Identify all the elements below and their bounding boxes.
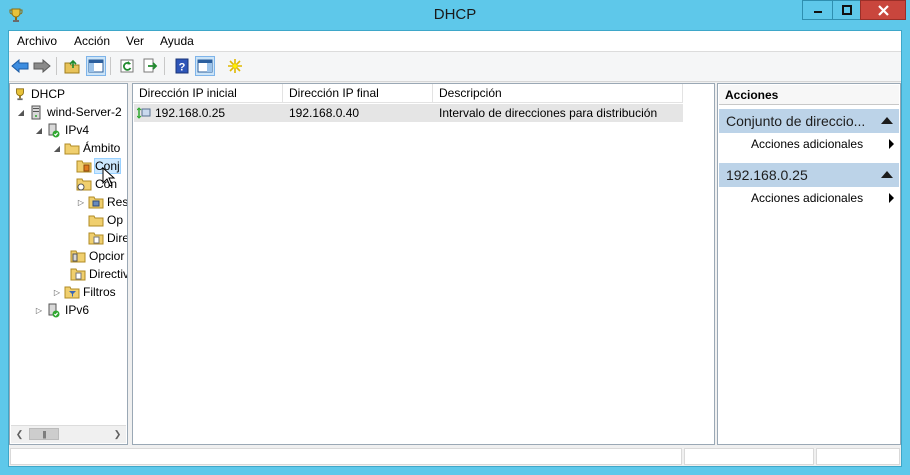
toolbar: ? [9, 52, 901, 82]
actions-section-title: Conjunto de direccio... [726, 113, 866, 129]
expand-icon[interactable]: ▷ [76, 198, 86, 207]
ipv4-status-ok-icon [46, 122, 62, 138]
tree-node-opciones-servidor[interactable]: Opcior [70, 247, 124, 265]
tree-node-filtros[interactable]: ▷ Filtros [52, 283, 116, 301]
refresh-icon[interactable] [117, 56, 137, 76]
forward-arrow-icon[interactable] [32, 56, 52, 76]
collapse-icon[interactable]: ◢ [16, 108, 26, 117]
tree-node-directivas[interactable]: Directiv [70, 265, 128, 283]
tree-node-directivas-ambito[interactable]: Dire [88, 229, 128, 247]
menu-archivo[interactable]: Archivo [17, 34, 57, 48]
menu-ayuda[interactable]: Ayuda [160, 34, 194, 48]
tree-label-dhcp: DHCP [31, 87, 66, 101]
show-hide-tree-icon[interactable] [86, 56, 106, 76]
status-panel-main [10, 448, 682, 465]
policy-folder-icon [70, 266, 86, 282]
maximize-icon [841, 5, 852, 15]
column-header-start-ip[interactable]: Dirección IP inicial [133, 84, 283, 103]
export-list-icon[interactable] [140, 56, 160, 76]
tree-label-reservas: Res [107, 195, 128, 209]
minimize-button[interactable] [802, 0, 832, 20]
filter-folder-icon [64, 284, 80, 300]
action-more-actions[interactable]: Acciones adicionales [719, 188, 899, 208]
show-action-pane-icon[interactable] [195, 56, 215, 76]
new-object-star-icon[interactable] [225, 56, 245, 76]
close-icon [877, 4, 889, 16]
tree-node-ipv4[interactable]: ◢ IPv4 [34, 121, 89, 139]
actions-section-title: 192.168.0.25 [726, 167, 808, 183]
status-panel-2 [684, 448, 814, 465]
title-bar: DHCP [0, 0, 910, 30]
tree-label-server: wind-Server-2 [47, 105, 122, 119]
action-label: Acciones adicionales [751, 191, 864, 205]
tree-label-ipv6: IPv6 [65, 303, 90, 317]
menu-bar: Archivo Acción Ver Ayuda [9, 31, 901, 52]
column-header-end-ip[interactable]: Dirección IP final [283, 84, 433, 103]
cell-end-ip: 192.168.0.40 [289, 106, 360, 120]
dhcp-trophy-icon [12, 86, 28, 102]
console-tree: DHCP ◢ wind-Server-2 ◢ IPv4 ◢ Ámbito Con… [9, 83, 128, 445]
actions-section-ip[interactable]: 192.168.0.25 [719, 163, 899, 187]
server-icon [28, 104, 44, 120]
expand-icon[interactable]: ▷ [52, 288, 62, 297]
mmc-window: Archivo Acción Ver Ayuda ? DHCP ◢ wind-S… [8, 30, 902, 467]
tree-label-filtros: Filtros [83, 285, 116, 299]
folder-icon [88, 212, 104, 228]
tree-node-ipv6[interactable]: ▷ IPv6 [34, 301, 89, 319]
actions-pane: Acciones Conjunto de direccio... Accione… [717, 83, 901, 445]
action-label: Acciones adicionales [751, 137, 864, 151]
policy-folder-icon [88, 230, 104, 246]
expand-icon[interactable]: ▷ [34, 306, 44, 315]
tree-label-ipv4: IPv4 [65, 123, 90, 137]
mouse-cursor-icon [102, 166, 116, 187]
status-bar [9, 447, 901, 466]
window-title: DHCP [433, 6, 477, 23]
tree-label-directivas: Directiv [89, 267, 128, 281]
tree-node-opciones-ambito[interactable]: Op [88, 211, 123, 229]
cell-start-ip: 192.168.0.25 [155, 106, 226, 120]
table-row[interactable]: 192.168.0.25 192.168.0.40 Intervalo de d… [134, 104, 683, 122]
tree-label-opciones-servidor: Opcior [89, 249, 125, 263]
tree-node-reservas[interactable]: ▷ Res [76, 193, 128, 211]
tree-node-dhcp[interactable]: DHCP [12, 85, 65, 103]
svg-text:?: ? [179, 62, 186, 74]
server-options-icon [70, 248, 86, 264]
submenu-arrow-icon [889, 139, 894, 149]
minimize-icon [813, 11, 822, 13]
ip-range-icon [136, 106, 153, 120]
tree-horizontal-scrollbar[interactable]: ❮ ||| ❯ [11, 425, 126, 443]
actions-header: Acciones [719, 85, 899, 105]
close-button[interactable] [860, 0, 906, 20]
reservations-folder-icon [88, 194, 104, 210]
scroll-thumb[interactable]: ||| [29, 428, 59, 440]
scroll-right-icon[interactable]: ❯ [110, 427, 125, 442]
submenu-arrow-icon [889, 193, 894, 203]
ipv6-status-ok-icon [46, 302, 62, 318]
up-folder-icon[interactable] [62, 56, 82, 76]
action-more-actions[interactable]: Acciones adicionales [719, 134, 899, 154]
tree-label-directivas-ambito: Dire [107, 231, 128, 245]
collapse-up-icon[interactable] [881, 171, 893, 178]
scroll-left-icon[interactable]: ❮ [12, 427, 27, 442]
tree-node-server[interactable]: ◢ wind-Server-2 [16, 103, 122, 121]
menu-accion[interactable]: Acción [74, 34, 110, 48]
menu-ver[interactable]: Ver [126, 34, 144, 48]
status-panel-3 [816, 448, 900, 465]
collapse-up-icon[interactable] [881, 117, 893, 124]
help-icon[interactable]: ? [172, 56, 192, 76]
folder-icon [64, 140, 80, 156]
maximize-button[interactable] [832, 0, 860, 20]
tree-node-ambito[interactable]: ◢ Ámbito [52, 139, 120, 157]
tree-label-opciones-ambito: Op [107, 213, 124, 227]
leases-folder-icon [76, 176, 92, 192]
tree-label-ambito: Ámbito [83, 141, 121, 155]
actions-section-conjunto[interactable]: Conjunto de direccio... [719, 109, 899, 133]
cell-description: Intervalo de direcciones para distribuci… [439, 106, 658, 120]
address-pool-icon [76, 158, 92, 174]
collapse-icon[interactable]: ◢ [34, 126, 44, 135]
results-pane: Dirección IP inicial Dirección IP final … [132, 83, 715, 445]
back-arrow-icon[interactable] [10, 56, 30, 76]
column-header-description[interactable]: Descripción [433, 84, 683, 103]
collapse-icon[interactable]: ◢ [52, 144, 62, 153]
